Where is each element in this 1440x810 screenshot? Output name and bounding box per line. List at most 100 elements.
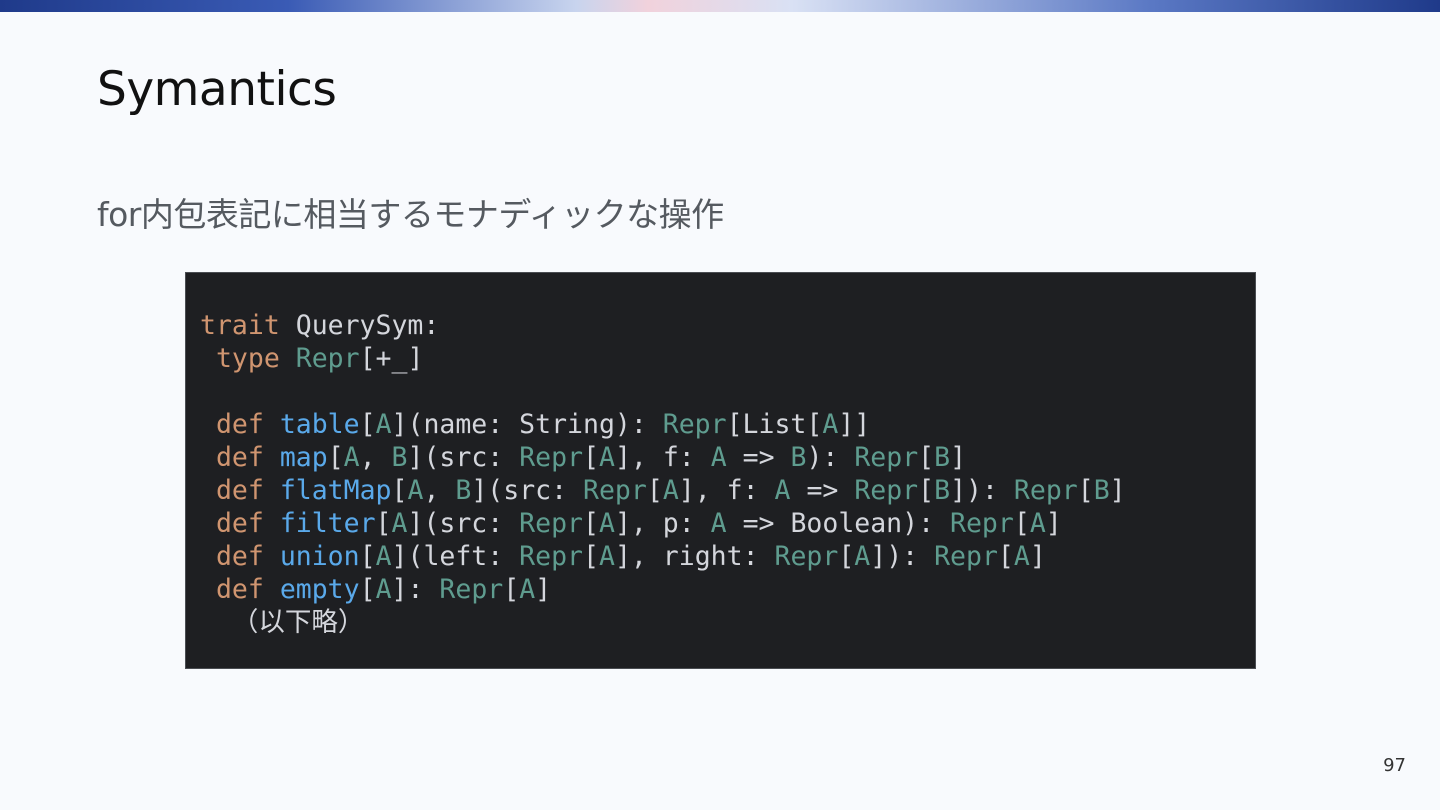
- code-token: Repr: [950, 508, 1014, 539]
- code-token: ]: [1045, 508, 1062, 539]
- code-token: def: [215, 508, 264, 539]
- code-token: [: [918, 442, 935, 473]
- code-token: A: [598, 541, 615, 572]
- code-token: [: [1013, 508, 1030, 539]
- code-token: [List[: [726, 409, 823, 440]
- code-token: =>: [726, 442, 791, 473]
- code-token: Repr: [439, 574, 504, 605]
- code-token: filter: [279, 508, 376, 539]
- code-token: Repr: [519, 508, 583, 539]
- code-token: A: [854, 541, 871, 572]
- code-token: ](src:: [407, 442, 520, 473]
- code-token: Repr: [583, 475, 647, 506]
- code-token: ], p:: [614, 508, 711, 539]
- code-token: ], right:: [614, 541, 775, 572]
- code-line: def union[A](left: Repr[A], right: Repr[…: [200, 540, 1126, 573]
- code-token: def: [215, 442, 264, 473]
- code-token: ]: [1029, 541, 1046, 572]
- code-token: ,: [423, 475, 456, 506]
- code-line: def filter[A](src: Repr[A], p: A => Bool…: [200, 507, 1126, 540]
- code-line: （以下略）: [200, 606, 1126, 639]
- code-token: Repr: [519, 442, 584, 473]
- code-token: ](left:: [391, 541, 520, 572]
- code-token: [: [583, 541, 599, 572]
- code-token: A: [375, 574, 392, 605]
- slide-title: Symantics: [97, 62, 337, 117]
- code-token: def: [215, 475, 264, 506]
- code-lines: trait QuerySym: type Repr[+_] def table[…: [200, 309, 1126, 639]
- code-token: def: [215, 409, 264, 440]
- code-token: [: [646, 475, 663, 506]
- code-token: [: [359, 541, 376, 572]
- code-token: [: [918, 475, 935, 506]
- code-token: A: [822, 409, 839, 440]
- code-token: type: [215, 343, 280, 374]
- code-token: A: [1029, 508, 1046, 539]
- code-token: A: [375, 541, 392, 572]
- code-token: ]):: [950, 475, 1014, 506]
- slide-subtitle: for内包表記に相当するモナディックな操作: [97, 195, 724, 234]
- code-token: [: [997, 541, 1014, 572]
- code-token: A: [375, 409, 392, 440]
- code-token: [: [391, 475, 408, 506]
- code-token: A: [407, 475, 424, 506]
- code-token: [: [359, 574, 376, 605]
- code-token: B: [1093, 475, 1110, 506]
- code-token: Repr: [1013, 475, 1078, 506]
- code-token: ]: [1109, 475, 1126, 506]
- code-token: A: [598, 508, 615, 539]
- code-token: ):: [806, 442, 855, 473]
- code-token: ](src:: [471, 475, 584, 506]
- code-token: ](src:: [407, 508, 520, 539]
- code-token: Repr: [774, 541, 839, 572]
- code-token: A: [391, 508, 408, 539]
- code-token: Repr: [854, 475, 919, 506]
- code-token: A: [662, 475, 679, 506]
- code-line: def empty[A]: Repr[A]: [200, 573, 1126, 606]
- code-line: def flatMap[A, B](src: Repr[A], f: A => …: [200, 474, 1126, 507]
- code-token: Repr: [662, 409, 727, 440]
- code-token: [: [359, 409, 376, 440]
- code-token: B: [790, 442, 807, 473]
- code-token: B: [934, 442, 951, 473]
- code-token: [+_]: [359, 343, 424, 374]
- code-token: ]: [950, 442, 967, 473]
- code-token: A: [1013, 541, 1030, 572]
- code-token: map: [279, 442, 328, 473]
- code-token: def: [215, 541, 264, 572]
- code-token: ]: [535, 574, 552, 605]
- code-token: => Boolean):: [726, 508, 951, 539]
- code-token: flatMap: [279, 475, 392, 506]
- code-token: [: [375, 508, 392, 539]
- code-token: trait: [200, 310, 280, 341]
- code-token: empty: [279, 574, 360, 605]
- code-token: Repr: [295, 343, 360, 374]
- code-token: ]]: [838, 409, 871, 440]
- code-token: [: [583, 442, 599, 473]
- code-token: ]:: [391, 574, 440, 605]
- code-token: [: [1077, 475, 1094, 506]
- code-token: B: [934, 475, 951, 506]
- code-token: ,: [359, 442, 392, 473]
- code-token: [: [838, 541, 855, 572]
- code-token: A: [710, 442, 727, 473]
- code-token: def: [215, 574, 264, 605]
- code-token: [: [583, 508, 599, 539]
- code-line: def table[A](name: String): Repr[List[A]…: [200, 408, 1126, 441]
- code-token: ], f:: [614, 442, 711, 473]
- code-token: Repr: [519, 541, 583, 572]
- code-token: [: [327, 442, 344, 473]
- code-token: Repr: [934, 541, 998, 572]
- code-token: B: [455, 475, 472, 506]
- code-line: type Repr[+_]: [200, 342, 1126, 375]
